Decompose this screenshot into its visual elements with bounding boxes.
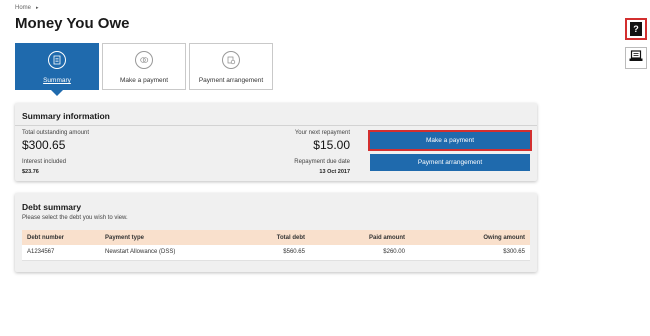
document-icon	[48, 51, 66, 69]
breadcrumb: Home ▸	[15, 5, 39, 11]
summary-information-panel: Summary information Total outstanding am…	[15, 103, 537, 181]
help-icon: ?	[630, 22, 642, 36]
calendar-coin-icon	[222, 51, 240, 69]
cell-debt-number[interactable]: A1234567	[22, 245, 100, 261]
debt-summary-title: Debt summary	[22, 202, 82, 212]
debt-table: Debt number Payment type Total debt Paid…	[22, 230, 530, 261]
total-outstanding-label: Total outstanding amount	[22, 130, 90, 136]
help-button[interactable]: ?	[625, 18, 647, 40]
cell-total-debt: $560.65	[230, 245, 310, 261]
tab-bar: Summary Make a payment Payment arrangeme…	[15, 43, 273, 96]
payment-arrangement-button[interactable]: Payment arrangement	[370, 154, 530, 171]
table-row[interactable]: A1234567 Newstart Allowance (DSS) $560.6…	[22, 245, 530, 261]
repayment-due-label: Repayment due date	[294, 159, 350, 165]
col-payment-type: Payment type	[100, 230, 230, 245]
print-button[interactable]	[625, 47, 647, 69]
breadcrumb-separator-icon: ▸	[36, 5, 39, 11]
tab-payment-arrangement[interactable]: Payment arrangement	[189, 43, 273, 90]
breadcrumb-home[interactable]: Home	[15, 5, 31, 11]
debt-summary-hint: Please select the debt you wish to view.	[22, 215, 128, 221]
tab-summary-label: Summary	[43, 77, 71, 84]
cell-paid-amount: $260.00	[310, 245, 410, 261]
page-title: Money You Owe	[15, 15, 130, 32]
laptop-print-icon	[629, 49, 643, 67]
col-debt-number: Debt number	[22, 230, 100, 245]
cell-payment-type: Newstart Allowance (DSS)	[100, 245, 230, 261]
tab-payment-arrangement-label: Payment arrangement	[198, 77, 264, 84]
interest-included-label: Interest included	[22, 159, 67, 165]
summary-title: Summary information	[22, 111, 110, 121]
debt-table-header: Debt number Payment type Total debt Paid…	[22, 230, 530, 245]
tab-summary[interactable]: Summary	[15, 43, 99, 96]
tab-make-payment[interactable]: Make a payment	[102, 43, 186, 90]
cell-owing-amount: $300.65	[410, 245, 530, 261]
interest-included-value: $23.76	[22, 169, 39, 175]
total-outstanding-value: $300.65	[22, 138, 66, 152]
debt-summary-panel: Debt summary Please select the debt you …	[15, 193, 537, 272]
tab-make-payment-label: Make a payment	[119, 77, 169, 84]
next-repayment-value: $15.00	[313, 138, 350, 152]
col-owing-amount: Owing amount	[410, 230, 530, 245]
col-paid-amount: Paid amount	[310, 230, 410, 245]
coins-icon	[135, 51, 153, 69]
col-total-debt: Total debt	[230, 230, 310, 245]
next-repayment-label: Your next repayment	[294, 130, 350, 136]
summary-divider	[15, 125, 537, 126]
repayment-due-value: 13 Oct 2017	[319, 169, 350, 175]
make-payment-button[interactable]: Make a payment	[368, 130, 532, 151]
